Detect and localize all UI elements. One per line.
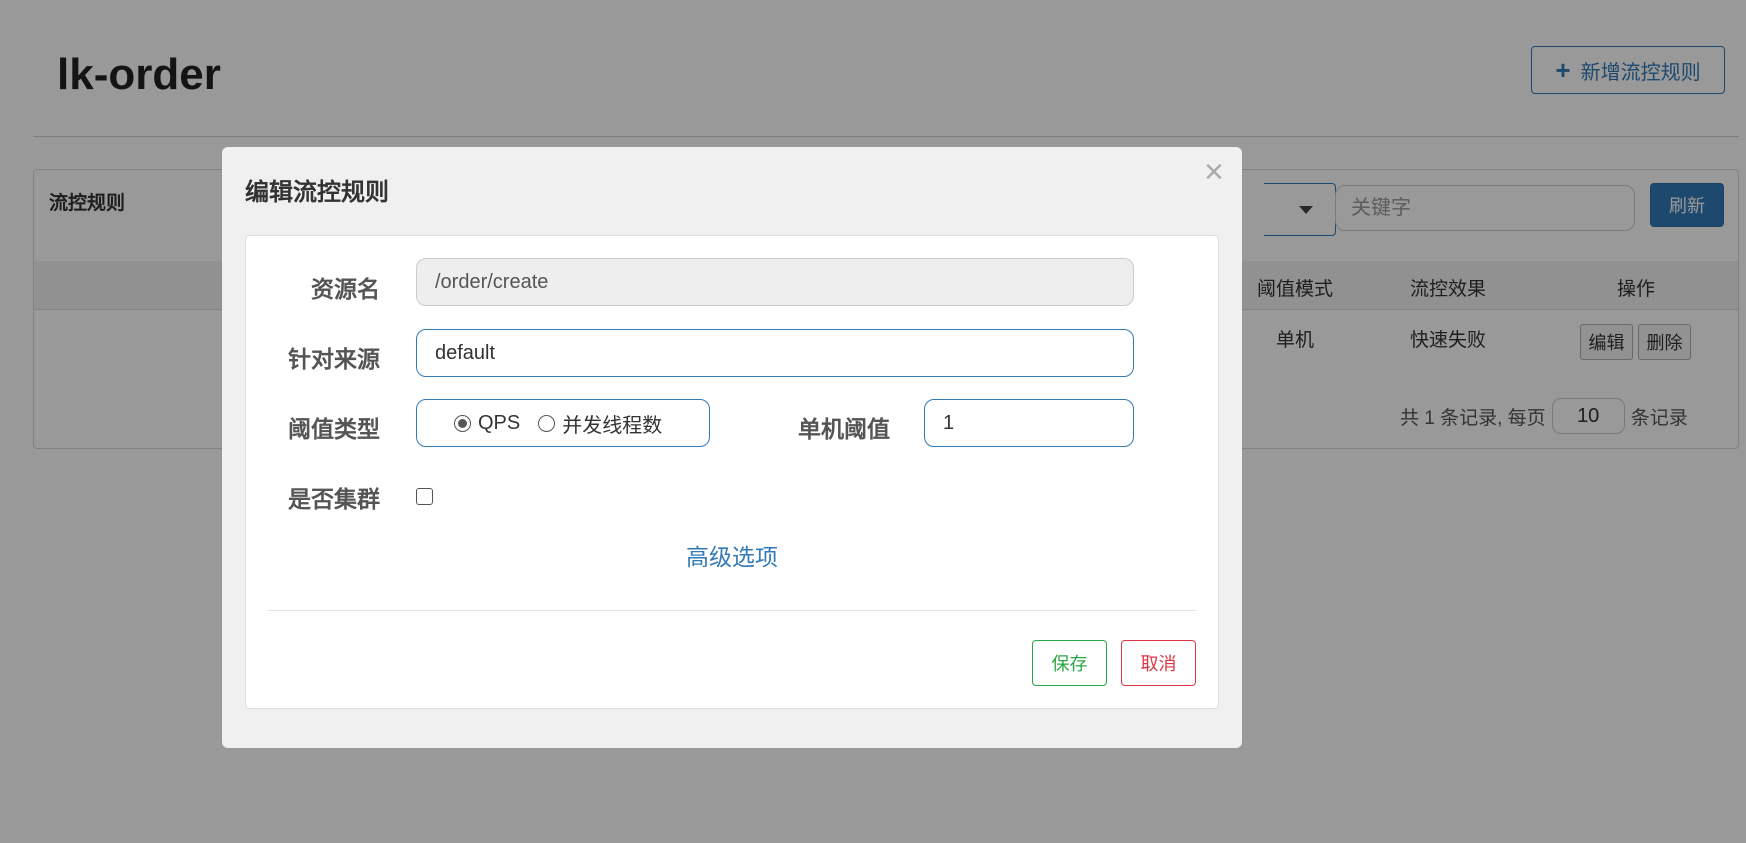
qps-label: QPS: [478, 411, 521, 434]
threshold-type-label: 阈值类型: [288, 416, 380, 442]
cluster-label: 是否集群: [288, 486, 380, 512]
single-threshold-input[interactable]: [924, 399, 1134, 447]
resource-input: [416, 258, 1134, 306]
radio-option-qps[interactable]: QPS: [454, 412, 520, 435]
qps-radio[interactable]: [454, 414, 471, 432]
cancel-button[interactable]: 取消: [1121, 640, 1196, 686]
edit-rule-modal: 编辑流控规则 × 资源名 针对来源 阈值类型 QPS 并发线程数 单机阈值 是否…: [222, 147, 1242, 748]
close-icon[interactable]: ×: [1204, 155, 1224, 189]
threshold-type-radio-group: QPS 并发线程数: [416, 399, 710, 447]
threads-label: 并发线程数: [562, 414, 663, 437]
radio-option-threads[interactable]: 并发线程数: [538, 409, 662, 438]
origin-label: 针对来源: [288, 346, 380, 372]
modal-title: 编辑流控规则: [245, 179, 389, 206]
cluster-checkbox[interactable]: [416, 488, 433, 505]
modal-body: 资源名 针对来源 阈值类型 QPS 并发线程数 单机阈值 是否集群 高级选项 保…: [245, 235, 1219, 709]
origin-input[interactable]: [416, 329, 1134, 377]
advanced-options-link[interactable]: 高级选项: [686, 538, 778, 572]
save-button[interactable]: 保存: [1032, 640, 1107, 686]
body-divider: [268, 610, 1196, 611]
threads-radio[interactable]: [538, 414, 556, 432]
resource-label: 资源名: [311, 276, 380, 302]
single-threshold-label: 单机阈值: [798, 416, 890, 442]
